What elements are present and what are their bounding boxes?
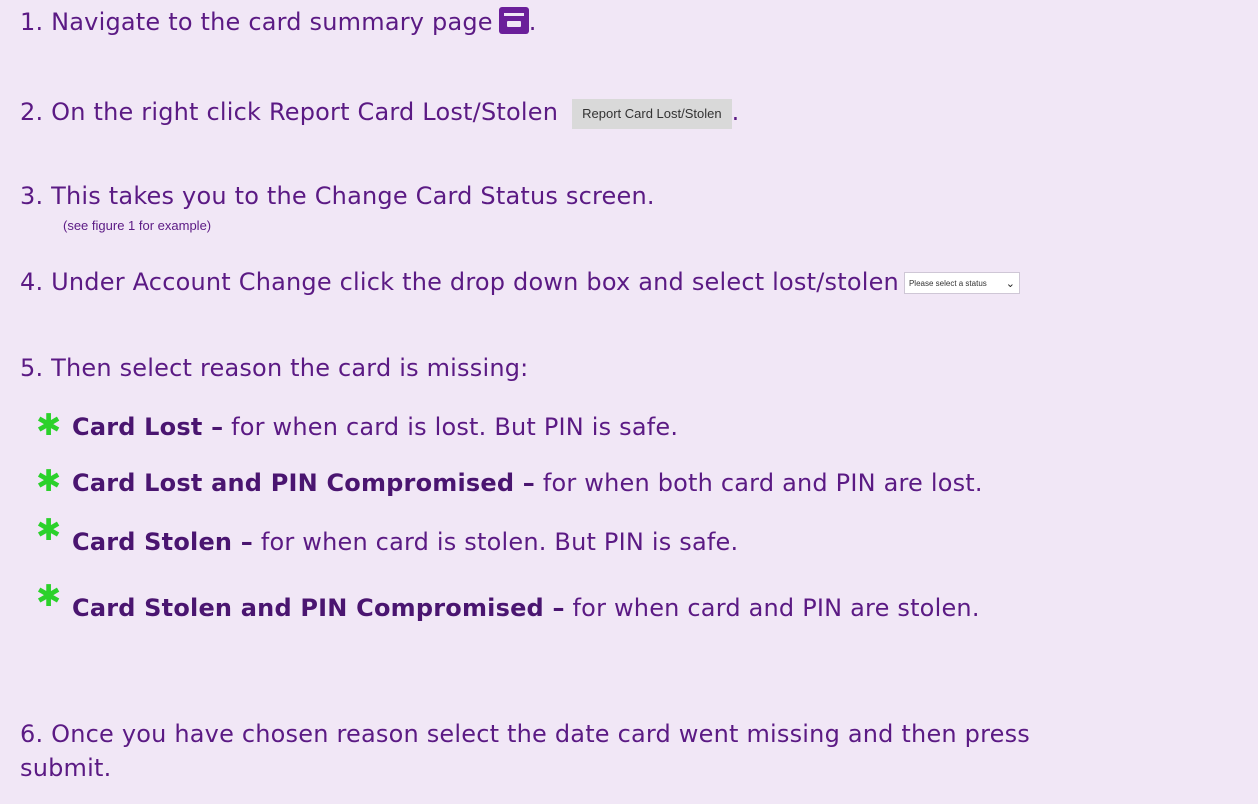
reason-item: ✱ Card Stolen and PIN Compromised – for w… <box>36 581 980 624</box>
reason-description: for when card is stolen. But PIN is safe… <box>252 528 739 556</box>
reason-description: for when card is lost. But PIN is safe. <box>223 413 679 441</box>
asterisk-icon: ✱ <box>36 464 62 499</box>
step-6-text: 6. Once you have chosen reason select th… <box>20 720 1031 748</box>
figure-note: (see figure 1 for example) <box>63 218 212 233</box>
credit-card-icon <box>498 7 529 34</box>
step-1-end: . <box>528 8 537 36</box>
step-1-text: 1. Navigate to the card summary page <box>20 8 493 36</box>
step-5: 5. Then select reason the card is missin… <box>20 352 528 384</box>
step-1: 1. Navigate to the card summary page. <box>20 6 537 38</box>
step-4: 4. Under Account Change click the drop d… <box>20 266 1020 298</box>
step-6-text-cont: submit. <box>20 754 112 782</box>
asterisk-icon: ✱ <box>36 513 62 548</box>
reason-term: Card Stolen and PIN Compromised – <box>72 594 565 622</box>
status-select[interactable]: Please select a status ⌄ <box>903 272 1020 294</box>
report-card-lost-stolen-button[interactable]: Report Card Lost/Stolen <box>572 99 732 129</box>
status-select-value: Please select a status <box>908 279 987 288</box>
reason-item: ✱ Card Lost – for when card is lost. But … <box>36 410 678 443</box>
chevron-down-icon: ⌄ <box>1005 278 1015 290</box>
step-5-text: 5. Then select reason the card is missin… <box>20 354 529 382</box>
step-3-text: 3. This takes you to the Change Card Sta… <box>20 182 655 210</box>
reason-description: for when both card and PIN are lost. <box>535 469 983 497</box>
step-2: 2. On the right click Report Card Lost/S… <box>20 96 739 129</box>
step-6-line-1: 6. Once you have chosen reason select th… <box>20 718 1030 750</box>
step-2-text: 2. On the right click Report Card Lost/S… <box>20 98 559 126</box>
asterisk-icon: ✱ <box>36 579 62 614</box>
reason-term: Card Lost – <box>72 413 224 441</box>
reason-description: for when card and PIN are stolen. <box>564 594 980 622</box>
step-4-text: 4. Under Account Change click the drop d… <box>20 268 899 296</box>
reason-item: ✱ Card Stolen – for when card is stolen. … <box>36 515 739 558</box>
reason-term: Card Stolen – <box>72 528 253 556</box>
step-2-end: . <box>731 98 740 126</box>
reason-item: ✱ Card Lost and PIN Compromised – for whe… <box>36 466 983 499</box>
step-6-line-2: submit. <box>20 752 111 784</box>
asterisk-icon: ✱ <box>36 408 62 443</box>
reason-term: Card Lost and PIN Compromised – <box>72 469 535 497</box>
step-3: 3. This takes you to the Change Card Sta… <box>20 180 655 212</box>
